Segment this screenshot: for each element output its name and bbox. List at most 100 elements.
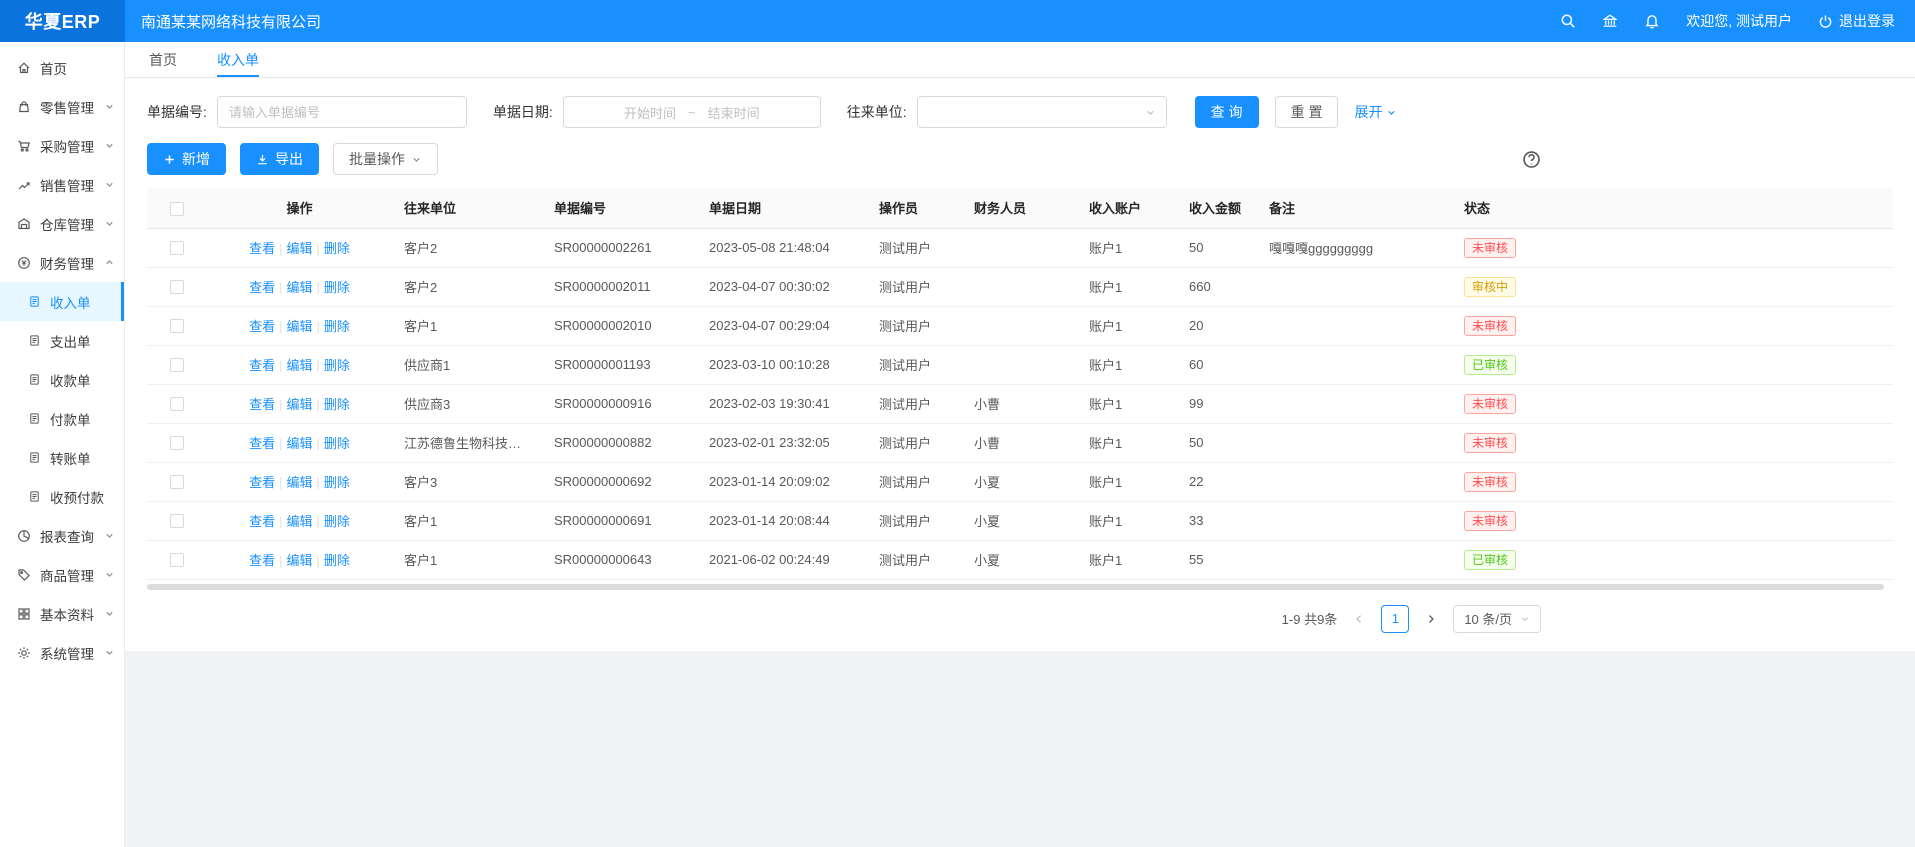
tab-home[interactable]: 首页 — [149, 42, 177, 77]
help-icon[interactable] — [1522, 150, 1541, 169]
view-link[interactable]: 查看 — [249, 436, 275, 451]
sidebar-item-warehouse[interactable]: 仓库管理 — [0, 204, 124, 243]
cell-income-account: 账户1 — [1077, 228, 1177, 267]
scrollbar-thumb[interactable] — [147, 584, 1884, 590]
sidebar-item-basic[interactable]: 基本资料 — [0, 594, 124, 633]
cell-finance-user: 小夏 — [962, 501, 1077, 540]
view-link[interactable]: 查看 — [249, 553, 275, 568]
sales-icon — [17, 178, 31, 192]
status-cell: 未审核 — [1452, 384, 1893, 423]
view-link[interactable]: 查看 — [249, 241, 275, 256]
sidebar-item-retail[interactable]: 零售管理 — [0, 87, 124, 126]
view-link[interactable]: 查看 — [249, 280, 275, 295]
next-page-button[interactable] — [1417, 605, 1445, 633]
cell-operator: 测试用户 — [867, 267, 962, 306]
date-range-input[interactable]: 开始时间 ~ 结束时间 — [563, 96, 821, 128]
edit-link[interactable]: 编辑 — [286, 358, 312, 373]
delete-link[interactable]: 删除 — [324, 319, 350, 334]
view-link[interactable]: 查看 — [249, 514, 275, 529]
tab-income-order[interactable]: 收入单 — [217, 42, 259, 77]
delete-link[interactable]: 删除 — [324, 553, 350, 568]
row-checkbox[interactable] — [170, 553, 184, 567]
chevron-down-icon — [104, 101, 115, 112]
retail-icon — [17, 100, 31, 114]
status-badge: 未审核 — [1464, 472, 1516, 492]
edit-link[interactable]: 编辑 — [286, 397, 312, 412]
cell-bill-no: SR00000000882 — [542, 423, 697, 462]
edit-link[interactable]: 编辑 — [286, 475, 312, 490]
sidebar-item-report[interactable]: 报表查询 — [0, 516, 124, 555]
row-checkbox[interactable] — [170, 280, 184, 294]
delete-link[interactable]: 删除 — [324, 475, 350, 490]
sidebar-item-transfer-order[interactable]: 转账单 — [0, 438, 124, 477]
row-checkbox[interactable] — [170, 397, 184, 411]
add-label: 新增 — [182, 149, 210, 169]
delete-link[interactable]: 删除 — [324, 241, 350, 256]
view-link[interactable]: 查看 — [249, 358, 275, 373]
view-link[interactable]: 查看 — [249, 319, 275, 334]
prev-page-button[interactable] — [1345, 605, 1373, 633]
pagination-summary: 1-9 共9条 — [1282, 609, 1338, 628]
sidebar-item-product[interactable]: 商品管理 — [0, 555, 124, 594]
edit-link[interactable]: 编辑 — [286, 553, 312, 568]
sidebar-item-sales[interactable]: 销售管理 — [0, 165, 124, 204]
bill-no-input[interactable] — [217, 96, 467, 128]
sidebar-item-label: 采购管理 — [40, 136, 94, 156]
page-size-select[interactable]: 10 条/页 — [1453, 605, 1541, 633]
expand-link[interactable]: 展开 — [1354, 102, 1397, 122]
search-icon[interactable] — [1560, 13, 1576, 29]
delete-link[interactable]: 删除 — [324, 358, 350, 373]
delete-link[interactable]: 删除 — [324, 514, 350, 529]
logout-button[interactable]: 退出登录 — [1818, 11, 1895, 31]
row-checkbox[interactable] — [170, 358, 184, 372]
edit-link[interactable]: 编辑 — [286, 436, 312, 451]
sidebar-item-system[interactable]: 系统管理 — [0, 633, 124, 672]
cell-unit: 客户1 — [392, 540, 542, 579]
row-checkbox[interactable] — [170, 319, 184, 333]
sidebar-item-income-order[interactable]: 收入单 — [0, 282, 124, 321]
select-all-checkbox[interactable] — [170, 202, 184, 216]
unit-select[interactable] — [917, 96, 1167, 128]
search-button[interactable]: 查 询 — [1195, 96, 1259, 128]
cell-unit: 客户1 — [392, 501, 542, 540]
checkbox-cell — [147, 423, 207, 462]
cell-income-account: 账户1 — [1077, 345, 1177, 384]
sidebar-item-expense-order[interactable]: 支出单 — [0, 321, 124, 360]
reset-button[interactable]: 重 置 — [1275, 96, 1339, 128]
row-checkbox[interactable] — [170, 241, 184, 255]
app-logo[interactable]: 华夏ERP — [0, 0, 125, 42]
edit-link[interactable]: 编辑 — [286, 241, 312, 256]
sidebar-item-receipt-order[interactable]: 收款单 — [0, 360, 124, 399]
batch-button[interactable]: 批量操作 — [333, 143, 438, 175]
current-page-button[interactable]: 1 — [1381, 605, 1409, 633]
logout-label: 退出登录 — [1839, 11, 1895, 31]
chevron-up-icon — [104, 257, 115, 268]
bell-icon[interactable] — [1644, 13, 1660, 29]
sidebar-item-finance[interactable]: 财务管理 — [0, 243, 124, 282]
view-link[interactable]: 查看 — [249, 475, 275, 490]
action-divider: | — [317, 358, 320, 373]
edit-link[interactable]: 编辑 — [286, 319, 312, 334]
sidebar-item-home[interactable]: 首页 — [0, 48, 124, 87]
view-link[interactable]: 查看 — [249, 397, 275, 412]
cell-operator: 测试用户 — [867, 345, 962, 384]
delete-link[interactable]: 删除 — [324, 280, 350, 295]
edit-link[interactable]: 编辑 — [286, 280, 312, 295]
sidebar-item-prepayment[interactable]: 收预付款 — [0, 477, 124, 516]
delete-link[interactable]: 删除 — [324, 397, 350, 412]
bank-icon[interactable] — [1602, 13, 1618, 29]
horizontal-scrollbar[interactable] — [147, 583, 1893, 591]
edit-link[interactable]: 编辑 — [286, 514, 312, 529]
row-checkbox[interactable] — [170, 514, 184, 528]
cell-bill-date: 2023-02-01 23:32:05 — [697, 423, 867, 462]
add-button[interactable]: 新增 — [147, 143, 226, 175]
row-checkbox[interactable] — [170, 475, 184, 489]
delete-link[interactable]: 删除 — [324, 436, 350, 451]
sidebar-item-purchase[interactable]: 采购管理 — [0, 126, 124, 165]
sidebar-item-payment-order[interactable]: 付款单 — [0, 399, 124, 438]
action-divider: | — [317, 241, 320, 256]
date-end-placeholder: 结束时间 — [708, 103, 760, 122]
finance-icon — [17, 256, 31, 270]
export-button[interactable]: 导出 — [240, 143, 319, 175]
row-checkbox[interactable] — [170, 436, 184, 450]
